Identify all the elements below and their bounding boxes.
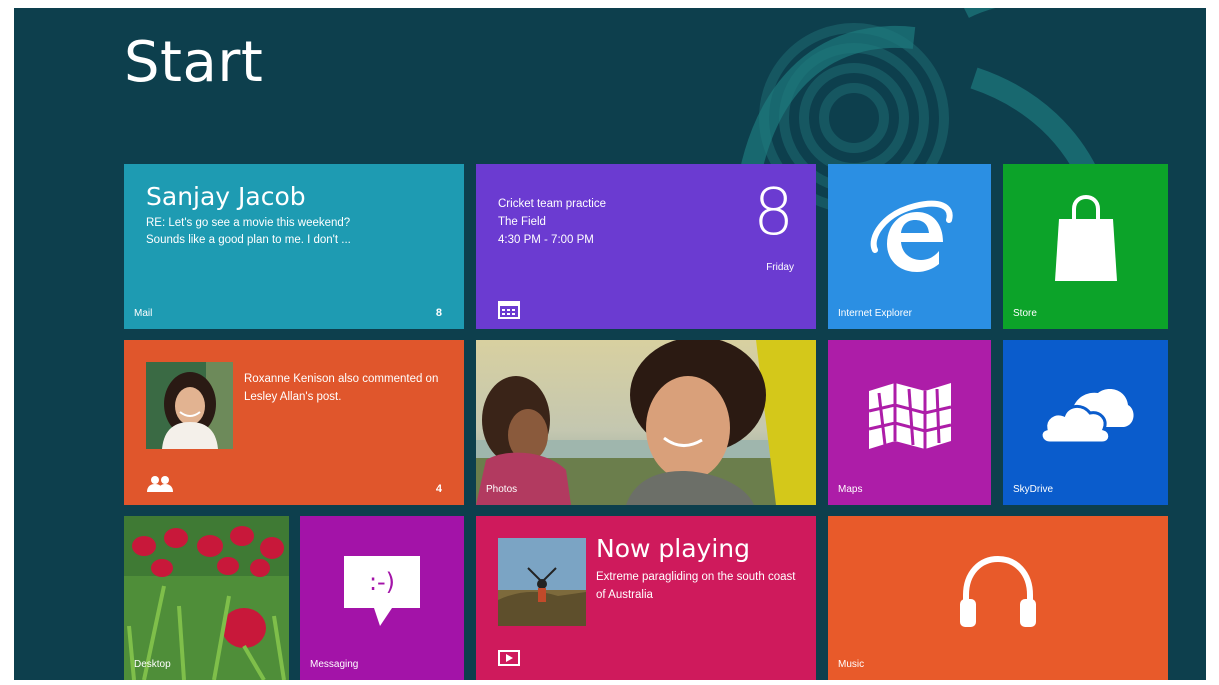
photos-preview-image: [476, 340, 816, 505]
internet-explorer-label: Internet Explorer: [838, 308, 912, 319]
play-icon: [498, 650, 520, 666]
store-tile[interactable]: Store: [1003, 164, 1168, 329]
desktop-tile[interactable]: Desktop: [124, 516, 289, 680]
calendar-weekday: Friday: [766, 262, 794, 273]
mail-label: Mail: [134, 308, 153, 319]
speech-bubble-icon: :-): [344, 556, 420, 627]
calendar-event-time: 4:30 PM - 7:00 PM: [498, 234, 594, 246]
calendar-icon: [498, 301, 520, 319]
skydrive-label: SkyDrive: [1013, 484, 1054, 495]
people-icon: [147, 476, 173, 492]
now-playing-thumbnail: [498, 538, 586, 626]
photos-label: Photos: [486, 484, 518, 495]
store-label: Store: [1013, 308, 1037, 319]
headphones-icon: [960, 556, 1036, 628]
calendar-day-number: 8: [753, 176, 794, 250]
skydrive-tile[interactable]: SkyDrive: [1003, 340, 1168, 505]
messaging-tile[interactable]: :-) Messaging: [300, 516, 464, 680]
start-title: Start: [124, 30, 264, 95]
music-tile[interactable]: Music: [828, 516, 1168, 680]
video-now-playing-tile[interactable]: Now playing Extreme paragliding on the s…: [476, 516, 816, 680]
calendar-event-location: The Field: [498, 216, 546, 228]
start-screen: Start Sanjay Jacob RE: Let's go see a mo…: [14, 8, 1206, 680]
maps-tile[interactable]: Maps: [828, 340, 991, 505]
map-icon: [868, 382, 951, 449]
music-label: Music: [838, 659, 865, 670]
internet-explorer-icon: [870, 200, 953, 272]
now-playing-description: Extreme paragliding on the south coast o…: [596, 571, 796, 601]
mail-count-badge: 8: [435, 307, 442, 319]
contact-avatar: [146, 362, 233, 449]
people-notification-text: Roxanne Kenison also commented on Lesley…: [244, 373, 439, 403]
maps-label: Maps: [838, 484, 863, 495]
now-playing-title: Now playing: [596, 534, 750, 563]
internet-explorer-tile[interactable]: Internet Explorer: [828, 164, 991, 329]
mail-sender: Sanjay Jacob: [146, 182, 306, 211]
desktop-label: Desktop: [134, 659, 171, 670]
shopping-bag-icon: [1054, 194, 1117, 281]
mail-tile[interactable]: Sanjay Jacob RE: Let's go see a movie th…: [124, 164, 464, 329]
messaging-label: Messaging: [310, 659, 359, 670]
photos-tile[interactable]: Photos: [476, 340, 816, 505]
mail-preview: Sounds like a good plan to me. I don't .…: [146, 234, 351, 246]
desktop-wallpaper-image: [124, 516, 289, 680]
emoticon-text: :-): [369, 568, 395, 596]
people-count-badge: 4: [435, 483, 442, 495]
cloud-icon: [1039, 388, 1134, 445]
mail-subject: RE: Let's go see a movie this weekend?: [146, 217, 351, 229]
calendar-tile[interactable]: Cricket team practice The Field 4:30 PM …: [476, 164, 816, 329]
calendar-event-title: Cricket team practice: [498, 198, 607, 210]
people-tile[interactable]: Roxanne Kenison also commented on Lesley…: [124, 340, 464, 505]
